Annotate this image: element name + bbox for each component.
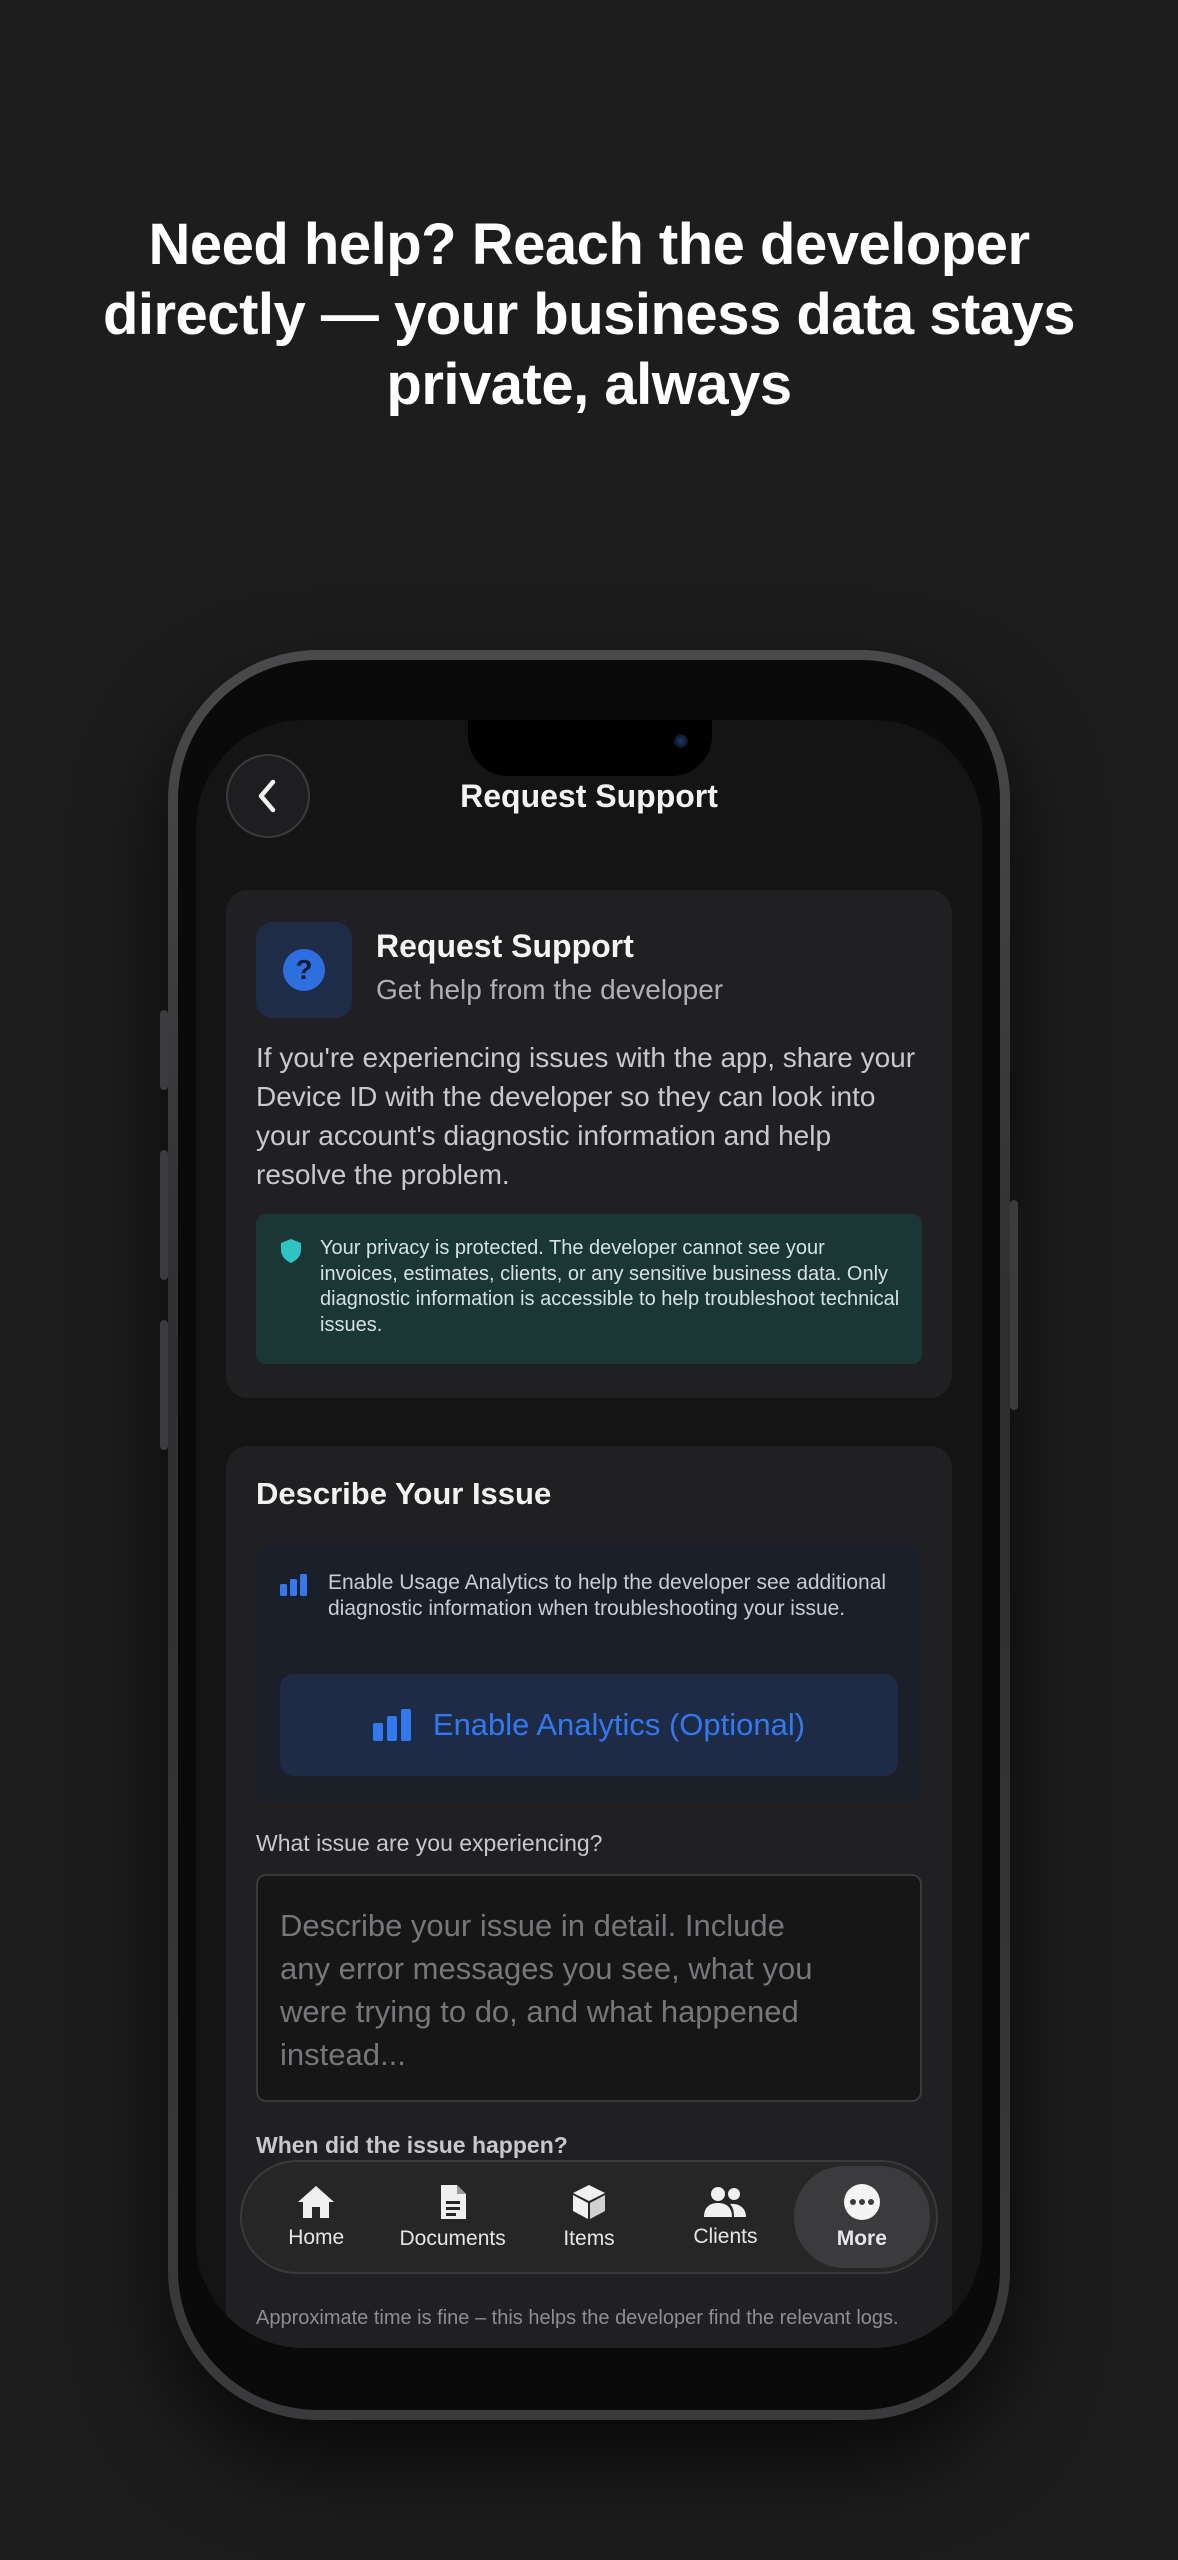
tab-documents-label: Documents [399, 2227, 506, 2250]
people-icon [704, 2187, 747, 2217]
tab-home-label: Home [288, 2226, 345, 2249]
tab-clients-label: Clients [693, 2225, 758, 2248]
tab-items-label: Items [563, 2227, 615, 2250]
issue-label: What issue are you experiencing? [256, 1830, 603, 1856]
when-label: When did the issue happen? [256, 2132, 568, 2158]
issue-textarea[interactable]: Describe your issue in detail. Include a… [256, 1874, 922, 2102]
volume-down-button [160, 1320, 168, 1450]
nav-title: Request Support [460, 778, 718, 814]
house-icon [298, 2186, 335, 2218]
headline: Need help? Reach the developer directly … [102, 212, 1076, 417]
analytics-text: Enable Usage Analytics to help the devel… [328, 1571, 887, 1620]
tab-bar: Home Documents Items Clients More [240, 2160, 938, 2274]
privacy-notice: Your privacy is protected. The developer… [256, 1214, 922, 1364]
support-card-body: If you're experiencing issues with the a… [256, 1042, 916, 1190]
tab-clients[interactable]: Clients [657, 2162, 793, 2272]
more-icon [843, 2184, 880, 2220]
tab-more[interactable]: More [793, 2166, 931, 2268]
power-button [1010, 1200, 1018, 1410]
tab-items[interactable]: Items [521, 2162, 657, 2272]
box-icon [573, 2185, 606, 2219]
volume-up-button [160, 1150, 168, 1280]
support-card-title: Request Support [376, 928, 634, 964]
phone-screen: Request Support ? Request Support Get he… [196, 720, 982, 2348]
issue-card-title: Describe Your Issue [256, 1476, 552, 1511]
issue-placeholder: Describe your issue in detail. Include a… [280, 1908, 813, 2072]
bar-chart-icon [372, 1709, 411, 1741]
tab-more-label: More [836, 2227, 887, 2250]
analytics-notice: Enable Usage Analytics to help the devel… [256, 1546, 922, 1802]
enable-analytics-label: Enable Analytics (Optional) [432, 1707, 806, 1742]
support-card: ? Request Support Get help from the deve… [226, 890, 952, 1398]
camera-icon [674, 734, 688, 748]
shield-icon [281, 1239, 301, 1263]
enable-analytics-button[interactable]: Enable Analytics (Optional) [280, 1674, 898, 1776]
privacy-text: Your privacy is protected. The developer… [320, 1237, 900, 1336]
document-icon [440, 2185, 466, 2219]
question-icon: ? [283, 949, 325, 991]
when-hint: Approximate time is fine – this helps th… [256, 2307, 899, 2329]
tab-home[interactable]: Home [248, 2162, 384, 2272]
bar-chart-icon [280, 1574, 307, 1596]
tab-documents[interactable]: Documents [384, 2162, 520, 2272]
help-icon-container: ? [256, 922, 352, 1018]
action-button [160, 1010, 168, 1090]
dynamic-island [468, 720, 712, 776]
support-card-subtitle: Get help from the developer [376, 974, 724, 1005]
